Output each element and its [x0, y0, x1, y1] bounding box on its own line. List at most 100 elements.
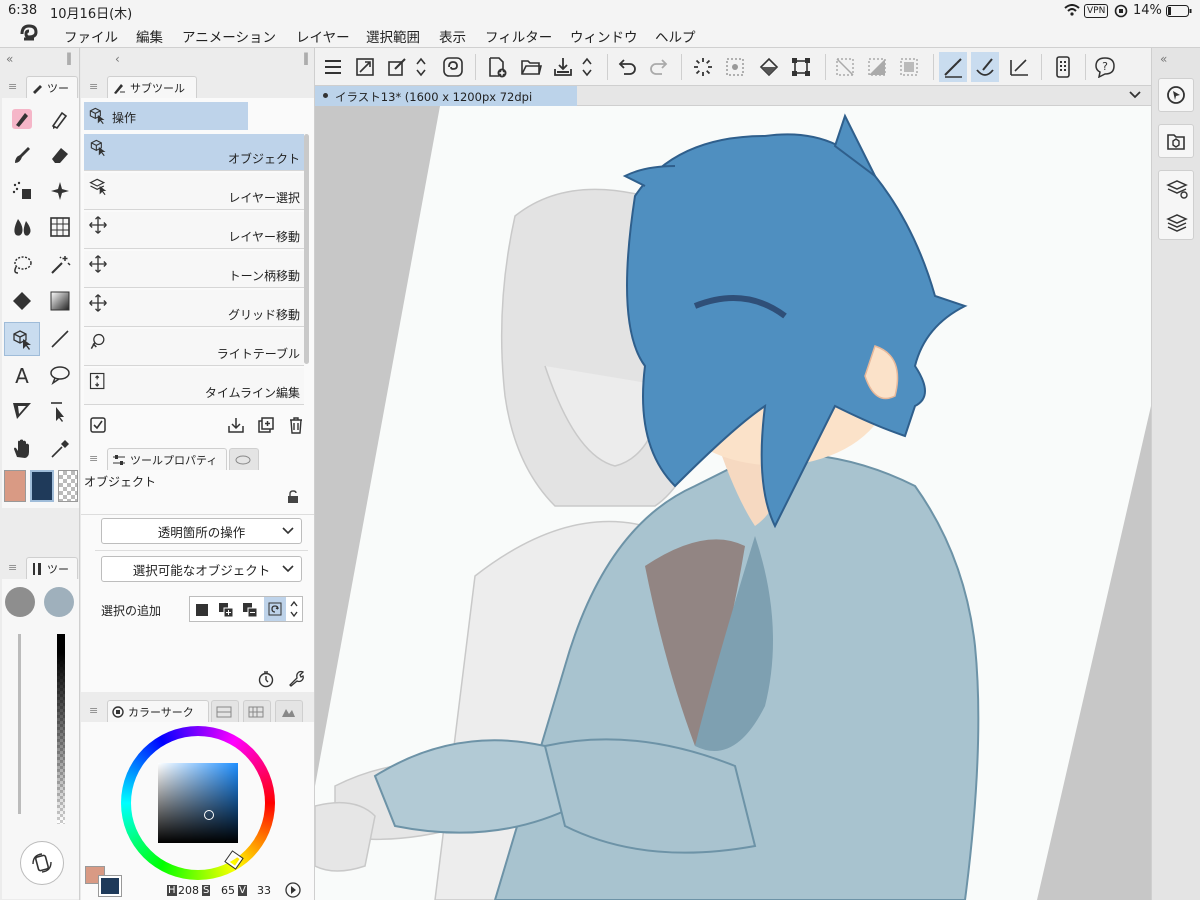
eraser-tool-icon[interactable]	[42, 138, 78, 172]
redo-icon[interactable]	[645, 52, 673, 82]
save-icon[interactable]	[549, 52, 577, 82]
canvas-tab[interactable]: イラスト13* (1600 x 1200px 72dpi 113.4%)	[315, 86, 577, 119]
menu-edit[interactable]: 編集	[136, 26, 163, 46]
layer-property-icon[interactable]	[1165, 177, 1189, 201]
menu-help[interactable]: ヘルプ	[655, 26, 696, 46]
toggle-selection-icon[interactable]	[264, 597, 286, 621]
decoration-tool-icon[interactable]	[42, 174, 78, 208]
subtool-item-object[interactable]: オブジェクト	[84, 134, 304, 171]
panel-menu-icon[interactable]: ≡	[8, 561, 17, 574]
subtool-item-grid-move[interactable]: グリッド移動	[84, 290, 304, 327]
snap-to-ruler-icon[interactable]	[939, 52, 967, 82]
menu-view[interactable]: 表示	[439, 26, 466, 46]
material-icon[interactable]	[1158, 124, 1194, 158]
subtool-group-operation[interactable]: 操作	[84, 102, 248, 130]
menu-filter[interactable]: フィルター	[485, 26, 552, 46]
subtool-item-layer-move[interactable]: レイヤー移動	[84, 212, 304, 249]
eyedropper-tool-icon[interactable]	[42, 432, 78, 466]
subtool-item-timeline-edit[interactable]: タイムライン編集	[84, 368, 304, 405]
transparent-area-dropdown[interactable]: 透明箇所の操作	[101, 518, 302, 544]
density-slider[interactable]	[57, 634, 65, 824]
frame-tool-icon[interactable]	[4, 394, 40, 428]
chevron-updown-icon[interactable]	[577, 52, 597, 82]
tool-panel-tab[interactable]: ツー	[26, 76, 78, 98]
transform-icon[interactable]	[787, 52, 815, 82]
brush-size-tab[interactable]: ツー	[26, 557, 78, 579]
main-color-swatch[interactable]	[30, 470, 54, 502]
wrench-icon[interactable]	[287, 670, 305, 688]
correct-line-tool-icon[interactable]	[42, 394, 78, 428]
subtract-selection-icon[interactable]	[242, 602, 258, 618]
chevron-updown-icon[interactable]	[411, 52, 431, 82]
pen-tool-icon[interactable]	[4, 102, 40, 136]
color-circle-tab[interactable]: カラーサーク	[107, 700, 209, 722]
transparent-color-swatch[interactable]	[58, 470, 78, 502]
saturation-value-square[interactable]	[158, 763, 238, 843]
fill-icon[interactable]	[755, 52, 783, 82]
duplicate-subtool-icon[interactable]	[257, 416, 275, 434]
tool-property-tab[interactable]: ツールプロパティ	[107, 448, 227, 470]
panel-menu-icon[interactable]: ≡	[89, 80, 98, 93]
collapse-icon[interactable]: ‹	[115, 52, 120, 66]
panel-menu-icon[interactable]: ≡	[89, 452, 98, 465]
navigator-icon[interactable]	[1158, 78, 1194, 112]
subtool-tab[interactable]: サブツール	[107, 76, 197, 98]
menu-animation[interactable]: アニメーション	[182, 26, 276, 46]
panel-menu-icon[interactable]: ≡	[89, 704, 98, 717]
invert-selection-icon[interactable]	[863, 52, 891, 82]
trash-icon[interactable]	[288, 416, 304, 434]
selectable-object-dropdown[interactable]: 選択可能なオブジェクト	[101, 556, 302, 582]
panel-grip-icon[interactable]: ‖	[66, 51, 72, 65]
import-subtool-icon[interactable]	[227, 416, 245, 434]
chevron-down-icon[interactable]	[1128, 89, 1142, 101]
figure-tool-icon[interactable]	[42, 210, 78, 244]
subtool-item-layer-select[interactable]: レイヤー選択	[84, 173, 304, 210]
subtool-settings-icon[interactable]	[89, 416, 107, 434]
rotate-tool-icon[interactable]	[20, 841, 64, 885]
add-selection-icon[interactable]	[218, 602, 234, 618]
menu-layer[interactable]: レイヤー	[296, 26, 350, 46]
snap-to-grid-icon[interactable]	[1005, 52, 1033, 82]
new-canvas-icon[interactable]	[483, 52, 511, 82]
panel-grip-icon[interactable]: ‖	[303, 51, 309, 65]
menu-file[interactable]: ファイル	[64, 26, 118, 46]
menu-hamburger-icon[interactable]	[319, 52, 347, 82]
operation-tool-icon[interactable]	[4, 322, 40, 356]
menu-selection[interactable]: 選択範囲	[366, 26, 420, 46]
menu-window[interactable]: ウィンドウ	[570, 26, 638, 46]
drawing-canvas[interactable]	[315, 106, 1151, 900]
fullscreen-icon[interactable]	[351, 52, 379, 82]
help-icon[interactable]: ?	[1091, 52, 1119, 82]
sub-view-tab[interactable]	[229, 448, 259, 470]
fill-tool-icon[interactable]	[4, 284, 40, 318]
intermediate-color-tab[interactable]	[275, 700, 303, 722]
blend-tool-icon[interactable]	[4, 210, 40, 244]
clear-icon[interactable]	[689, 52, 717, 82]
small-brush-preset[interactable]	[5, 587, 35, 617]
main-color-swatch[interactable]	[98, 875, 122, 897]
app-logo-icon[interactable]	[18, 24, 40, 44]
subtool-scrollbar[interactable]	[304, 134, 309, 364]
gradient-tool-icon[interactable]	[42, 284, 78, 318]
layers-icon[interactable]	[1165, 211, 1189, 235]
companion-icon[interactable]	[439, 52, 467, 82]
chevron-updown-icon[interactable]	[288, 599, 300, 619]
sv-picker-marker[interactable]	[204, 810, 214, 820]
airbrush-tool-icon[interactable]	[4, 174, 40, 208]
deselect-icon[interactable]	[831, 52, 859, 82]
magic-wand-icon[interactable]	[42, 248, 78, 282]
hand-tool-icon[interactable]	[4, 432, 40, 466]
quick-access-icon[interactable]	[383, 52, 411, 82]
expand-left-icon[interactable]: «	[1160, 52, 1167, 66]
color-mode-icon[interactable]	[285, 882, 301, 898]
panel-menu-icon[interactable]: ≡	[8, 80, 17, 93]
select-all-icon[interactable]	[895, 52, 923, 82]
new-selection-icon[interactable]	[194, 602, 210, 618]
brush-tool-icon[interactable]	[4, 138, 40, 172]
sub-color-swatch[interactable]	[4, 470, 26, 502]
large-brush-preset[interactable]	[44, 587, 74, 617]
pencil-tool-icon[interactable]	[42, 102, 78, 136]
lasso-tool-icon[interactable]	[4, 248, 40, 282]
snap-to-special-ruler-icon[interactable]	[971, 52, 999, 82]
lock-icon[interactable]	[287, 490, 299, 504]
